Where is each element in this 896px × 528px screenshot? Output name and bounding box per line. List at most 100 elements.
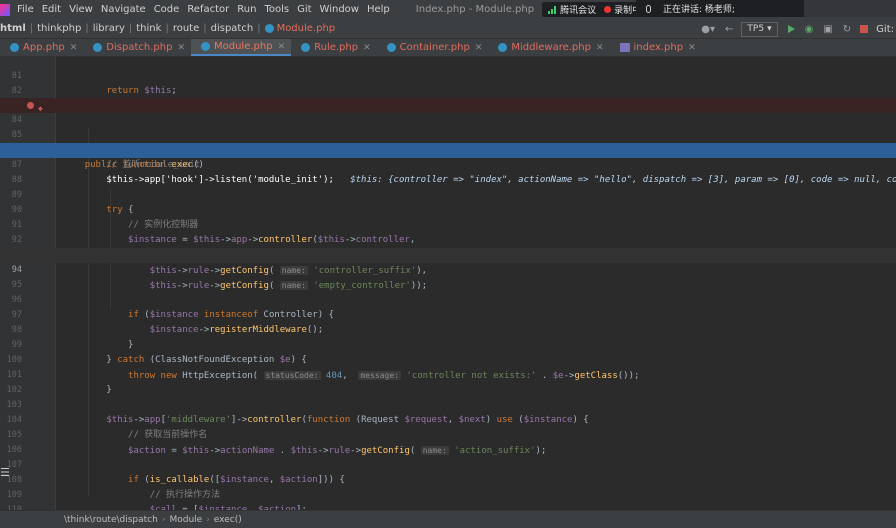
code-line[interactable]: 82 } [0,69,896,111]
code-line[interactable]: 98 } [0,308,896,350]
breadcrumb-method[interactable]: exec() [214,515,242,525]
tab-module-php[interactable]: Module.php ✕ [190,39,292,56]
code-line[interactable]: 93 $this->rule->getConfig( name: 'contro… [0,233,896,276]
window-title: Index.php - Module.php [415,4,535,15]
profile-icon[interactable]: ↻ [843,24,851,35]
menu-items: File Edit View Navigate Code Refactor Ru… [13,4,394,15]
code-line[interactable]: 100 throw new HttpException( statusCode:… [0,338,896,381]
code-line-breakpoint[interactable]: 84 ❖ public function exec() [0,98,896,170]
php-class-icon [200,42,210,51]
php-class-icon [498,43,508,52]
code-line[interactable]: 92 $this->rule->getConfig( name: 'url_co… [0,218,896,261]
code-line[interactable]: 103 $this->app['middleware']->controller… [0,383,896,425]
menu-code[interactable]: Code [150,4,184,15]
close-icon[interactable]: ✕ [363,43,371,53]
breadcrumb-library[interactable]: library [93,23,125,34]
record-dot-icon [604,6,612,13]
menu-tools[interactable]: Tools [260,4,293,15]
speaking-indicator: 正在讲话: 杨老师; [636,0,804,17]
breakpoint-icon[interactable] [27,102,34,109]
back-icon[interactable]: ← [725,24,733,35]
meeting-indicator[interactable]: 腾讯会议 录制中 [542,2,648,17]
run-icon[interactable] [787,25,795,33]
code-line[interactable]: 95 [0,263,896,290]
menu-run[interactable]: Run [233,4,260,15]
breadcrumb-dispatch[interactable]: dispatch [211,23,254,34]
breadcrumb-route[interactable]: route [173,23,199,34]
code-line[interactable]: 106 [0,428,896,455]
code-line-execution-point[interactable]: 87 $this->app['hook']->listen('module_in… [0,143,896,185]
code-line[interactable]: 104 // 获取当前操作名 [0,398,896,440]
menu-file[interactable]: File [13,4,38,15]
coverage-icon[interactable]: ▣ [823,24,832,35]
code-line[interactable]: 86 // 监听module_init [0,128,896,170]
git-label[interactable]: Git: [876,24,894,35]
navigation-bar: html | thinkphp | library | think | route | d… [0,19,896,39]
close-icon[interactable]: ✕ [475,43,483,53]
tab-dispatch-php[interactable]: Dispatch.php ✕ [83,39,191,56]
close-icon[interactable]: ✕ [278,42,286,52]
breadcrumb-class[interactable]: Module [169,515,202,525]
code-line[interactable]: 102 [0,368,896,395]
breadcrumb-html[interactable]: html [0,23,26,34]
code-line[interactable]: 83 [0,84,896,111]
menu-edit[interactable]: Edit [38,4,65,15]
breadcrumb-current-file[interactable]: Module.php [277,23,336,34]
code-line[interactable]: 110 [0,488,896,510]
php-class-icon [264,24,274,33]
code-line[interactable]: 89 try { [0,173,896,215]
close-icon[interactable]: ✕ [70,43,78,53]
php-class-icon [10,43,19,52]
php-file-icon [619,43,630,52]
window-controls-area [804,0,896,17]
structure-icon[interactable]: ☰ [0,466,10,479]
menu-view[interactable]: View [65,4,97,15]
breadcrumb-think[interactable]: think [136,23,161,34]
code-line[interactable]: 107 if (is_callable([$instance, $action]… [0,443,896,485]
microphone-icon [646,4,651,13]
tab-middleware-php[interactable]: Middleware.php ✕ [488,39,609,56]
tab-app-php[interactable]: App.php ✕ [0,39,83,56]
code-line[interactable]: 91 $instance = $this->app->controller($t… [0,203,896,245]
breadcrumb-namespace[interactable]: \think\route\dispatch [64,515,158,525]
breadcrumb-thinkphp[interactable]: thinkphp [37,23,81,34]
debug-icon[interactable]: ◉ [805,24,814,35]
tab-container-php[interactable]: Container.php ✕ [377,39,489,56]
code-line[interactable]: 90 // 实例化控制器 [0,188,896,230]
code-line[interactable]: 97 $instance->registerMiddleware(); [0,293,896,335]
code-line[interactable]: 85 { [0,113,896,155]
speaking-label: 正在讲话: 杨老师; [663,5,735,15]
menu-refactor[interactable]: Refactor [183,4,233,15]
code-line[interactable]: 99 } catch (ClassNotFoundException $e) { [0,323,896,365]
close-icon[interactable]: ✕ [596,43,604,53]
code-line[interactable]: 105 $action = $this->actionName . $this-… [0,413,896,456]
editor-tabs: App.php ✕ Dispatch.php ✕ Module.php ✕ Rule.… [0,39,896,57]
tab-rule-php[interactable]: Rule.php ✕ [291,39,377,56]
phpstorm-logo-icon [0,3,10,16]
code-line[interactable]: 81 return $this; [0,57,896,96]
code-line[interactable]: 109 $call = [$instance, $action]; [0,473,896,510]
close-icon[interactable]: ✕ [688,43,696,53]
php-class-icon [93,43,103,52]
code-line[interactable]: 96 if ($instance instanceof Controller) … [0,278,896,320]
code-line[interactable]: 88 [0,158,896,185]
run-config-label: TP5 [747,24,765,34]
user-icon[interactable]: ●▾ [701,24,715,35]
php-class-icon [386,43,396,52]
code-line[interactable]: 108 // 执行操作方法 [0,458,896,500]
code-line-current[interactable]: 94 $this->rule->getConfig( name: 'empty_… [0,248,896,291]
close-icon[interactable]: ✕ [177,43,185,53]
code-editor[interactable]: 81 return $this; 82 } 83 84 ❖ public fun… [0,57,896,510]
tab-index-php[interactable]: index.php ✕ [610,39,702,56]
meeting-app-label: 腾讯会议 [560,6,597,16]
menu-help[interactable]: Help [363,4,394,15]
code-line[interactable]: 101 } [0,353,896,395]
toolbar: ●▾ ← TP5 ▾ ◉ ▣ ↻ Git: [691,19,896,39]
stop-icon[interactable] [860,25,869,33]
menu-git[interactable]: Git [293,4,315,15]
code-line[interactable]: 111 // 严格获取当前操作方法名 [0,503,896,510]
signal-icon [548,5,557,14]
run-config-select[interactable]: TP5 ▾ [741,21,778,37]
menu-navigate[interactable]: Navigate [97,4,150,15]
menu-window[interactable]: Window [316,4,363,15]
